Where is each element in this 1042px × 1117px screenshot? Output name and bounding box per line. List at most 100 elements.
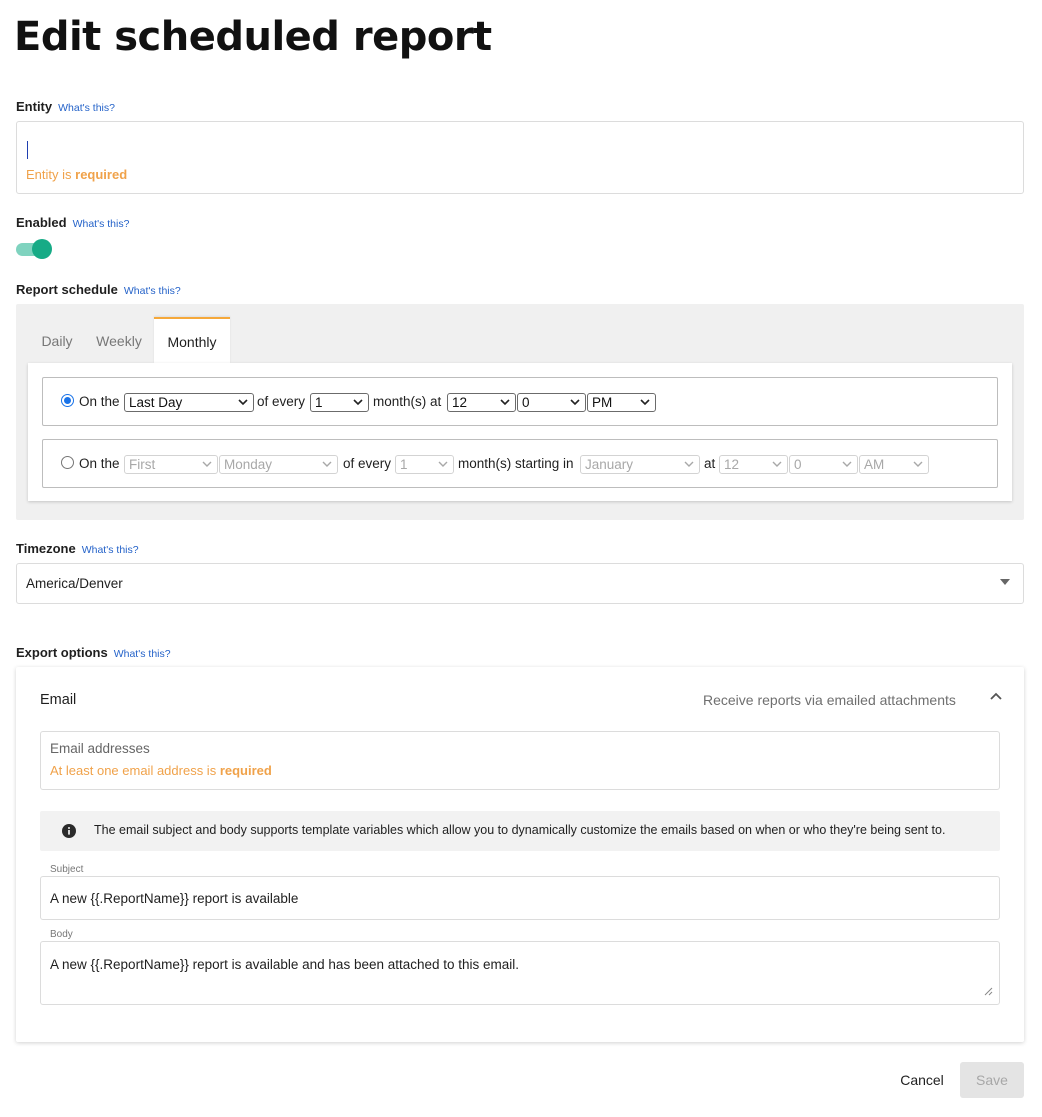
email-card-header[interactable]: Email Receive reports via emailed attach… — [16, 667, 1024, 729]
tab-daily[interactable]: Daily — [30, 317, 84, 364]
caret-down-icon — [1000, 579, 1010, 585]
chevron-down-icon — [238, 399, 248, 406]
email-addresses-placeholder: Email addresses — [50, 741, 150, 756]
save-button[interactable]: Save — [960, 1062, 1024, 1098]
template-info-text: The email subject and body supports temp… — [94, 823, 946, 837]
schedule-label-row: Report schedule What's this? — [16, 282, 181, 297]
day-select-value: Last Day — [129, 395, 183, 410]
schedule-help-link[interactable]: What's this? — [124, 285, 181, 297]
toggle-knob — [32, 239, 52, 259]
entity-error-required: required — [75, 167, 128, 182]
chevron-down-icon — [684, 461, 694, 467]
email-title: Email — [40, 692, 77, 708]
subject-input[interactable]: A new {{.ReportName}} report is availabl… — [40, 876, 1000, 920]
opt2-of-every: of every — [343, 456, 392, 471]
export-label-row: Export options What's this? — [16, 645, 171, 660]
entity-label-row: Entity What's this? — [16, 99, 115, 114]
option-last-day-row: On the Last Day of every 1 month(s) at 1… — [42, 377, 998, 426]
body-label: Body — [50, 929, 73, 940]
interval-select[interactable]: 1 — [310, 393, 369, 412]
ampm2-select-value: AM — [864, 457, 885, 472]
ampm-select[interactable]: PM — [587, 393, 656, 412]
schedule-label: Report schedule — [16, 282, 118, 297]
template-info-banner: The email subject and body supports temp… — [40, 811, 1000, 851]
timezone-help-link[interactable]: What's this? — [82, 544, 139, 556]
month-select[interactable]: January — [580, 455, 700, 474]
entity-help-link[interactable]: What's this? — [58, 102, 115, 114]
email-export-card: Email Receive reports via emailed attach… — [16, 667, 1024, 1042]
chevron-down-icon — [202, 461, 212, 467]
chevron-down-icon — [438, 461, 448, 467]
opt1-of-every: of every — [257, 394, 306, 409]
email-error-prefix: At least one email address is — [50, 763, 217, 778]
opt2-months-starting: month(s) starting in — [458, 456, 574, 471]
weekday-select[interactable]: Monday — [219, 455, 338, 474]
hour2-select[interactable]: 12 — [719, 455, 788, 474]
hour2-select-value: 12 — [724, 457, 740, 472]
interval2-select-value: 1 — [400, 457, 408, 472]
body-value: A new {{.ReportName}} report is availabl… — [50, 957, 520, 972]
opt1-on-the: On the — [79, 394, 120, 409]
enabled-label-row: Enabled What's this? — [16, 215, 129, 230]
chevron-down-icon — [570, 399, 580, 406]
timezone-select[interactable]: America/Denver — [16, 563, 1024, 604]
entity-error-prefix: Entity is — [26, 167, 72, 182]
export-help-link[interactable]: What's this? — [114, 648, 171, 660]
enabled-toggle[interactable] — [16, 239, 52, 261]
chevron-up-icon[interactable] — [989, 690, 1003, 702]
subject-label: Subject — [50, 864, 84, 875]
monthly-options: On the Last Day of every 1 month(s) at 1… — [28, 363, 1012, 501]
timezone-label-row: Timezone What's this? — [16, 541, 139, 556]
minute2-select-value: 0 — [794, 457, 802, 472]
resize-handle-icon[interactable] — [983, 986, 993, 996]
hour-select[interactable]: 12 — [447, 393, 516, 412]
cancel-button[interactable]: Cancel — [884, 1063, 960, 1097]
minute-select-value: 0 — [522, 395, 530, 410]
schedule-panel: Daily Weekly Monthly On the Last Day of … — [16, 304, 1024, 520]
hour-select-value: 12 — [452, 395, 468, 410]
chevron-down-icon — [640, 399, 650, 406]
ampm2-select[interactable]: AM — [859, 455, 929, 474]
interval-select-value: 1 — [315, 395, 323, 410]
text-cursor — [27, 141, 28, 159]
subject-value: A new {{.ReportName}} report is availabl… — [50, 891, 299, 906]
tab-monthly[interactable]: Monthly — [154, 317, 230, 364]
email-description: Receive reports via emailed attachments — [703, 692, 956, 708]
month-select-value: January — [585, 457, 634, 472]
page-title: Edit scheduled report — [14, 14, 492, 60]
chevron-down-icon — [772, 461, 782, 467]
enabled-label: Enabled — [16, 215, 67, 230]
opt1-months-at: month(s) at — [373, 394, 442, 409]
chevron-down-icon — [842, 461, 852, 467]
option-weekday-row: On the First Monday of every 1 month(s) … — [42, 439, 998, 488]
opt2-at: at — [704, 456, 716, 471]
chevron-down-icon — [913, 461, 923, 467]
weekday-select-value: Monday — [224, 457, 273, 472]
ordinal-select[interactable]: First — [124, 455, 218, 474]
minute2-select[interactable]: 0 — [789, 455, 858, 474]
chevron-down-icon — [500, 399, 510, 406]
tab-weekly[interactable]: Weekly — [88, 317, 150, 364]
minute-select[interactable]: 0 — [517, 393, 586, 412]
chevron-down-icon — [322, 461, 332, 467]
chevron-down-icon — [353, 399, 363, 406]
radio-option-2[interactable] — [61, 456, 74, 469]
ordinal-select-value: First — [129, 457, 156, 472]
email-error-required: required — [219, 763, 272, 778]
export-label: Export options — [16, 645, 108, 660]
entity-label: Entity — [16, 99, 53, 114]
timezone-label: Timezone — [16, 541, 76, 556]
entity-error: Entity is required — [26, 167, 127, 182]
interval2-select[interactable]: 1 — [395, 455, 454, 474]
timezone-value: America/Denver — [26, 576, 123, 591]
email-addresses-input[interactable]: Email addresses At least one email addre… — [40, 731, 1000, 790]
opt2-on-the: On the — [79, 456, 120, 471]
ampm-select-value: PM — [592, 395, 613, 410]
email-addresses-error: At least one email address is required — [50, 763, 272, 778]
body-textarea[interactable]: A new {{.ReportName}} report is availabl… — [40, 941, 1000, 1005]
entity-input[interactable]: Entity is required — [16, 121, 1024, 194]
info-icon — [62, 824, 76, 838]
day-select[interactable]: Last Day — [124, 393, 254, 412]
radio-option-1[interactable] — [61, 394, 74, 407]
enabled-help-link[interactable]: What's this? — [73, 218, 130, 230]
